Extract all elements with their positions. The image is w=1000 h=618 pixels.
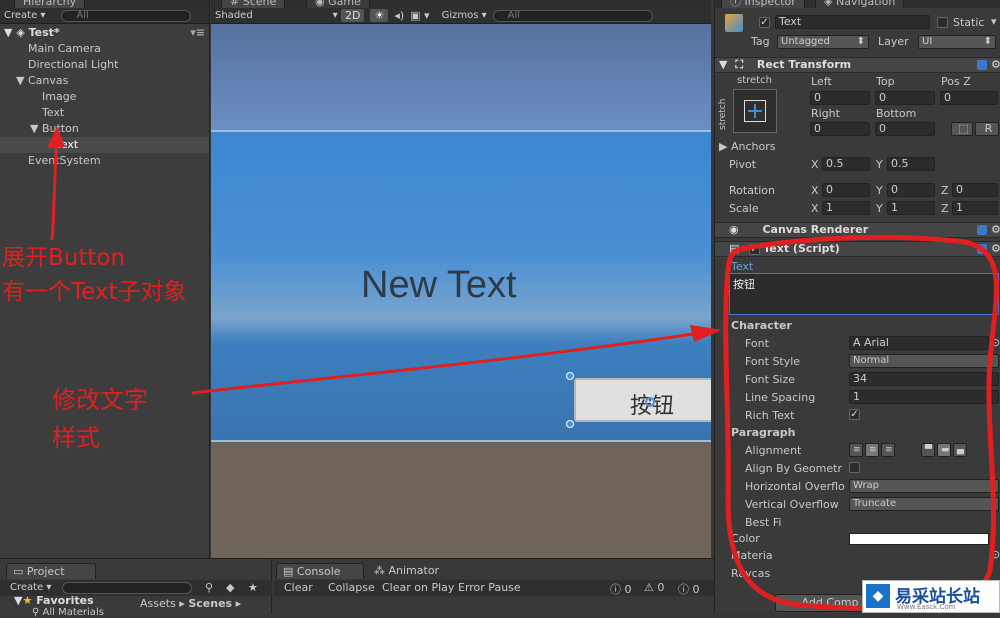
annotation-expand-line2: 有一个Text子对象 [2,279,187,305]
watermark-url: Www.Easck.Com [897,603,956,611]
annotation-arrow-modify [191,331,701,395]
watermark-logo-icon: ◆ [866,584,890,608]
annotation-arrowhead-expand [47,126,65,148]
annotation-arrowhead-modify [690,325,722,342]
annotation-modify-line1: 修改文字 [52,386,148,414]
annotation-circle-text-script [723,234,999,611]
annotation-expand-line1: 展开Button [2,245,126,271]
annotation-modify-line2: 样式 [52,424,100,452]
annotation-overlay [47,126,999,611]
annotation-arrow-expand [50,139,59,241]
watermark: ◆ 易采站长站 Www.Easck.Com [862,580,1000,613]
